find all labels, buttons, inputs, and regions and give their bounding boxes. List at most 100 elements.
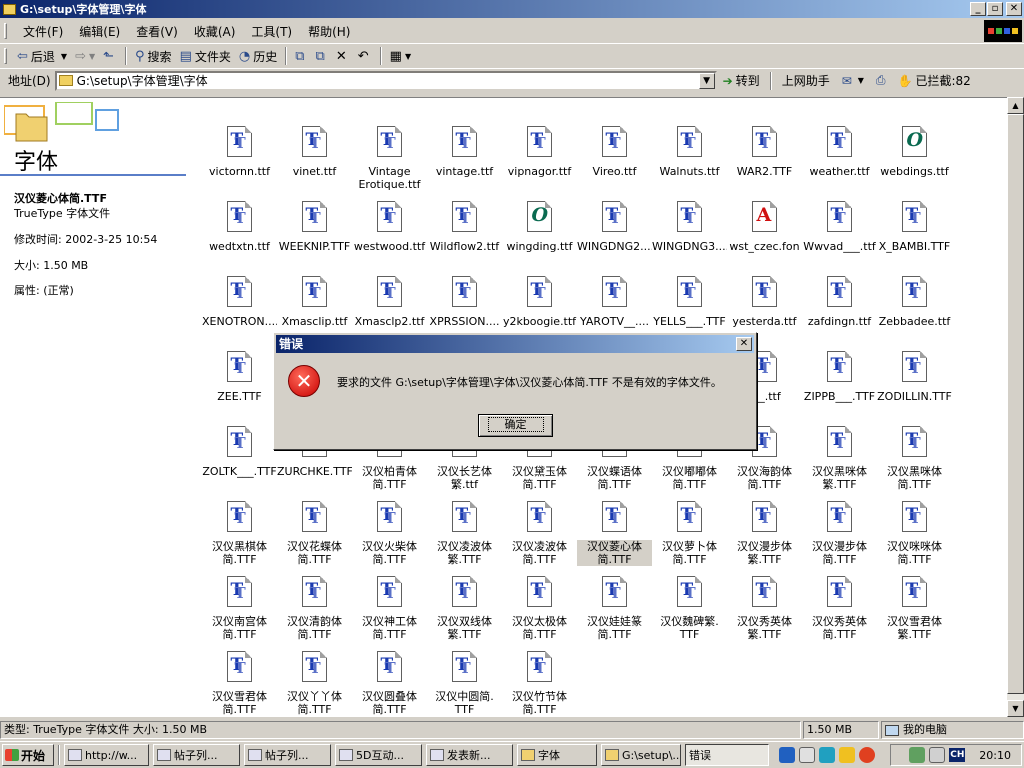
popup-blocker-button[interactable]: ✋ 已拦截:82 <box>892 72 977 89</box>
file-item[interactable]: T T X_BAMBI.TTF <box>877 201 952 253</box>
dialog-close-button[interactable]: ✕ <box>736 337 752 351</box>
file-item[interactable]: T T XENOTRON.... <box>202 276 277 328</box>
file-item[interactable]: T T Xmasclp2.ttf <box>352 276 427 328</box>
task-button-error[interactable]: 错误 <box>685 744 769 766</box>
file-item[interactable]: T T Xmasclip.ttf <box>277 276 352 328</box>
file-item[interactable]: T T 汉仪凌波体 简.TTF <box>502 501 577 566</box>
task-button-forum1[interactable]: 帖子列... <box>153 744 240 766</box>
file-item[interactable]: T T Vireo.ttf <box>577 126 652 178</box>
clock[interactable]: 20:10 <box>979 749 1011 762</box>
volume-icon[interactable] <box>929 747 946 763</box>
task-button-forum2[interactable]: 帖子列... <box>244 744 331 766</box>
start-button[interactable]: 开始 <box>2 744 54 766</box>
back-button[interactable]: ⇦ 后退 ▼ <box>13 45 71 67</box>
file-item[interactable]: T T ZOLTK___.TTF <box>202 426 277 478</box>
app-icon[interactable] <box>859 747 875 763</box>
file-item[interactable]: T T YAROTV__.... <box>577 276 652 328</box>
dialog-titlebar[interactable]: 错误 ✕ <box>276 335 754 353</box>
address-input[interactable]: G:\setup\字体管理\字体 ▼ <box>54 70 717 91</box>
file-item[interactable]: Awst_czec.fon <box>727 201 802 253</box>
scroll-up-button[interactable]: ▲ <box>1007 97 1024 114</box>
file-item[interactable]: T T WINGDNG2.... <box>577 201 652 253</box>
file-item[interactable]: T T 汉仪秀英体 繁.TTF <box>727 576 802 641</box>
file-item[interactable]: T T 汉仪萝卜体 简.TTF <box>652 501 727 566</box>
file-item[interactable]: T T Zebbadee.ttf <box>877 276 952 328</box>
file-item[interactable]: T T vipnagor.ttf <box>502 126 577 178</box>
app-icon[interactable] <box>819 747 835 763</box>
up-folder-button[interactable]: ⬑ <box>99 45 121 67</box>
task-button-browser[interactable]: http://w... <box>64 744 149 766</box>
file-item[interactable]: T T ZODILLIN.TTF <box>877 351 952 403</box>
menu-file[interactable]: 文件(F) <box>15 23 71 40</box>
file-item[interactable]: T T wedtxtn.ttf <box>202 201 277 253</box>
folders-button[interactable]: ▤ 文件夹 <box>176 45 235 67</box>
file-item[interactable]: T T 汉仪清韵体 简.TTF <box>277 576 352 641</box>
file-item[interactable]: T T Wwvad___.ttf <box>802 201 877 253</box>
menu-tools[interactable]: 工具(T) <box>243 23 300 40</box>
forward-button[interactable]: ⇨ ▼ <box>71 45 99 67</box>
chevron-down-icon[interactable]: ▼ <box>89 52 95 61</box>
task-button-setup[interactable]: G:\setup\... <box>601 744 681 766</box>
file-item[interactable]: T T 汉仪太极体 简.TTF <box>502 576 577 641</box>
menu-favorites[interactable]: 收藏(A) <box>186 23 244 40</box>
search-button[interactable]: ⚲ 搜索 <box>131 45 176 67</box>
close-button[interactable]: ✕ <box>1006 2 1022 16</box>
scroll-thumb[interactable] <box>1007 114 1024 694</box>
task-button-post[interactable]: 发表新... <box>426 744 513 766</box>
file-item[interactable]: T T 汉仪花蝶体 简.TTF <box>277 501 352 566</box>
file-item[interactable]: T T ZEE.TTF <box>202 351 277 403</box>
file-item[interactable]: T T Walnuts.ttf <box>652 126 727 178</box>
file-item[interactable]: T T 汉仪双线体 繁.TTF <box>427 576 502 641</box>
minimize-button[interactable]: _ <box>970 2 986 16</box>
network-icon[interactable] <box>909 747 926 763</box>
file-item[interactable]: T T y2kboogie.ttf <box>502 276 577 328</box>
file-item[interactable]: T T 汉仪雪君体 繁.TTF <box>877 576 952 641</box>
file-item[interactable]: T T 汉仪黑咪体 繁.TTF <box>802 426 877 491</box>
menu-edit[interactable]: 编辑(E) <box>71 23 128 40</box>
file-item[interactable]: T T XPRSSION.... <box>427 276 502 328</box>
scroll-down-button[interactable]: ▼ <box>1007 700 1024 717</box>
chevron-down-icon[interactable]: ▼ <box>61 52 67 61</box>
file-item[interactable]: Owingding.ttf <box>502 201 577 253</box>
file-item[interactable]: T T Vintage Erotique.ttf <box>352 126 427 191</box>
task-button-5d[interactable]: 5D互动... <box>335 744 422 766</box>
file-item[interactable]: T T 汉仪黑咪体 简.TTF <box>877 426 952 491</box>
file-item[interactable]: T T 汉仪雪君体 简.TTF <box>202 651 277 716</box>
ok-button[interactable]: 确定 <box>478 414 553 437</box>
file-item[interactable]: T T vinet.ttf <box>277 126 352 178</box>
file-item[interactable]: Owebdings.ttf <box>877 126 952 178</box>
menu-view[interactable]: 查看(V) <box>128 23 186 40</box>
file-item[interactable]: T T 汉仪娃娃篆 简.TTF <box>577 576 652 641</box>
chevron-down-icon[interactable]: ▼ <box>858 76 864 85</box>
file-item[interactable]: T T 汉仪神工体 简.TTF <box>352 576 427 641</box>
mail-button[interactable]: ✉ ▼ <box>836 74 870 88</box>
warning-icon[interactable] <box>839 747 855 763</box>
file-item[interactable]: T T YELLS___.TTF <box>652 276 727 328</box>
views-button[interactable]: ▦ ▼ <box>386 45 415 67</box>
restore-button[interactable]: ▫ <box>987 2 1003 16</box>
address-value[interactable]: G:\setup\字体管理\字体 <box>77 72 699 89</box>
file-item[interactable]: T T 汉仪秀英体 简.TTF <box>802 576 877 641</box>
file-item[interactable]: T T yesterda.ttf <box>727 276 802 328</box>
file-item[interactable]: T T 汉仪漫步体 简.TTF <box>802 501 877 566</box>
file-item[interactable]: T T Wildflow2.ttf <box>427 201 502 253</box>
file-item[interactable]: T T victornn.ttf <box>202 126 277 178</box>
ie-icon[interactable] <box>779 747 795 763</box>
file-item[interactable]: T T WAR2.TTF <box>727 126 802 178</box>
file-item[interactable]: T T 汉仪南宫体 简.TTF <box>202 576 277 641</box>
file-item[interactable]: T T 汉仪火柴体 简.TTF <box>352 501 427 566</box>
menu-help[interactable]: 帮助(H) <box>300 23 358 40</box>
file-item[interactable]: T T zafdingn.ttf <box>802 276 877 328</box>
toolbar-grip[interactable] <box>4 23 7 39</box>
address-dropdown-button[interactable]: ▼ <box>698 72 715 89</box>
ime-indicator[interactable]: CH <box>949 748 966 762</box>
print-button[interactable]: ⎙ <box>870 73 892 88</box>
file-item[interactable]: T T 汉仪漫步体 繁.TTF <box>727 501 802 566</box>
file-item[interactable]: T T 汉仪圆叠体 简.TTF <box>352 651 427 716</box>
file-item[interactable]: T T westwood.ttf <box>352 201 427 253</box>
history-button[interactable]: ◔ 历史 <box>235 45 281 67</box>
file-item[interactable]: T T vintage.ttf <box>427 126 502 178</box>
file-item[interactable]: T T 汉仪竹节体 简.TTF <box>502 651 577 716</box>
copy-to-button[interactable]: ⧉ <box>312 45 332 67</box>
file-item[interactable]: T T 汉仪凌波体 繁.TTF <box>427 501 502 566</box>
